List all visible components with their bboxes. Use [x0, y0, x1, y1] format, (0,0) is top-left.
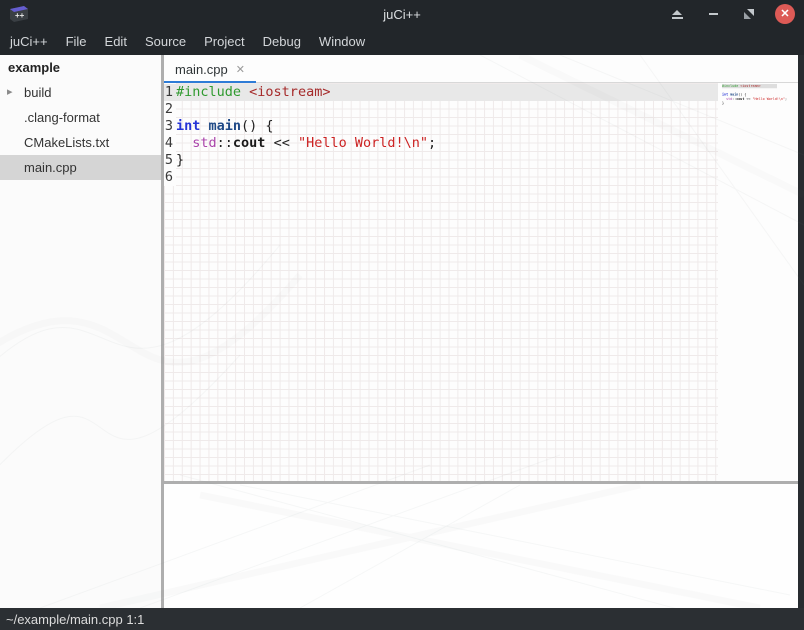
close-icon: ✕ [775, 4, 795, 24]
tree-item-build[interactable]: ▸ build [0, 80, 161, 105]
code-token: () { [241, 118, 274, 134]
tree-item-cmakelists[interactable]: CMakeLists.txt [0, 130, 161, 155]
tree-item-clang-format[interactable]: .clang-format [0, 105, 161, 130]
juci-window: ++ juCi++ ✕ ju [0, 0, 804, 630]
menu-edit[interactable]: Edit [96, 28, 136, 55]
code-token: #include [176, 84, 241, 100]
code-token: <iostream> [249, 84, 330, 100]
window-controls: ✕ [666, 0, 796, 28]
code-line: 2 [164, 101, 436, 118]
line-number: 4 [164, 135, 173, 152]
minimap[interactable]: #include <iostream>int main() { std::cou… [722, 83, 791, 481]
status-file-position: ~/example/main.cpp 1:1 [0, 612, 144, 627]
sidebar-resize-handle[interactable] [161, 55, 164, 608]
window-right-border [798, 55, 804, 608]
close-button[interactable]: ✕ [774, 3, 796, 25]
code-token: cout [233, 135, 266, 151]
code-text: 1#include <iostream>23int main() {4 std:… [164, 84, 436, 186]
tree-item-main-cpp[interactable]: main.cpp [0, 155, 161, 180]
menu-juci[interactable]: juCi++ [1, 28, 57, 55]
code-line [722, 105, 791, 109]
code-token: int [176, 118, 200, 134]
line-number: 2 [164, 101, 173, 118]
menu-file[interactable]: File [57, 28, 96, 55]
code-token: std [192, 135, 216, 151]
menu-project[interactable]: Project [195, 28, 253, 55]
line-number: 1 [164, 84, 173, 101]
minimize-button[interactable] [702, 3, 724, 25]
code-token: "Hello World!\n" [752, 97, 785, 101]
titlebar[interactable]: ++ juCi++ ✕ [0, 0, 804, 28]
tree-root-example[interactable]: example [0, 55, 161, 80]
code-token: << [744, 97, 752, 101]
code-token: main [209, 118, 242, 134]
code-token: "Hello World!\n" [298, 135, 428, 151]
code-line: 4 std::cout << "Hello World!\n"; [164, 135, 436, 152]
minimap-code: #include <iostream>int main() { std::cou… [722, 83, 791, 110]
tree-item-label: build [24, 85, 51, 100]
line-number: 5 [164, 152, 173, 169]
statusbar: ~/example/main.cpp 1:1 [0, 608, 804, 630]
code-token [176, 135, 192, 151]
code-token [241, 84, 249, 100]
tree-item-label: .clang-format [24, 110, 100, 125]
tab-label: main.cpp [175, 62, 228, 77]
code-line: 3int main() { [164, 118, 436, 135]
tab-bar: main.cpp ✕ [164, 55, 798, 83]
code-token: :: [217, 135, 233, 151]
expander-icon[interactable]: ▸ [7, 80, 13, 105]
code-token [200, 118, 208, 134]
tab-close-icon[interactable]: ✕ [236, 63, 245, 76]
code-token: } [176, 152, 184, 168]
restore-button[interactable] [738, 3, 760, 25]
menu-source[interactable]: Source [136, 28, 195, 55]
code-line: 6 [164, 169, 436, 186]
menubar: juCi++ File Edit Source Project Debug Wi… [0, 28, 804, 55]
line-number: 6 [164, 169, 173, 186]
code-token: cout [736, 97, 744, 101]
source-editor[interactable]: 1#include <iostream>23int main() {4 std:… [164, 83, 798, 481]
tree-item-label: CMakeLists.txt [24, 135, 109, 150]
tab-main-cpp[interactable]: main.cpp ✕ [164, 55, 256, 83]
shade-icon [672, 10, 682, 15]
editor-column: main.cpp ✕ 1#include <iostream>23int mai… [164, 55, 798, 608]
code-token: <iostream> [740, 84, 760, 88]
menu-window[interactable]: Window [310, 28, 374, 55]
terminal-pane[interactable] [164, 484, 798, 608]
line-number: 3 [164, 118, 173, 135]
code-token: } [722, 101, 724, 105]
code-line: std::cout << "Hello World!\n"; [722, 97, 791, 101]
menu-debug[interactable]: Debug [254, 28, 310, 55]
code-token: ; [785, 97, 787, 101]
minimize-icon [709, 13, 718, 15]
content-area: example ▸ build .clang-format CMakeLists… [0, 55, 804, 608]
code-token: ; [428, 135, 436, 151]
restore-icon [744, 9, 754, 19]
code-token: #include [722, 84, 738, 88]
code-line: 5} [164, 152, 436, 169]
code-line: 1#include <iostream> [164, 84, 436, 101]
code-token: << [265, 135, 298, 151]
file-tree-sidebar: example ▸ build .clang-format CMakeLists… [0, 55, 161, 608]
shade-button[interactable] [666, 3, 688, 25]
tree-item-label: main.cpp [24, 160, 77, 175]
